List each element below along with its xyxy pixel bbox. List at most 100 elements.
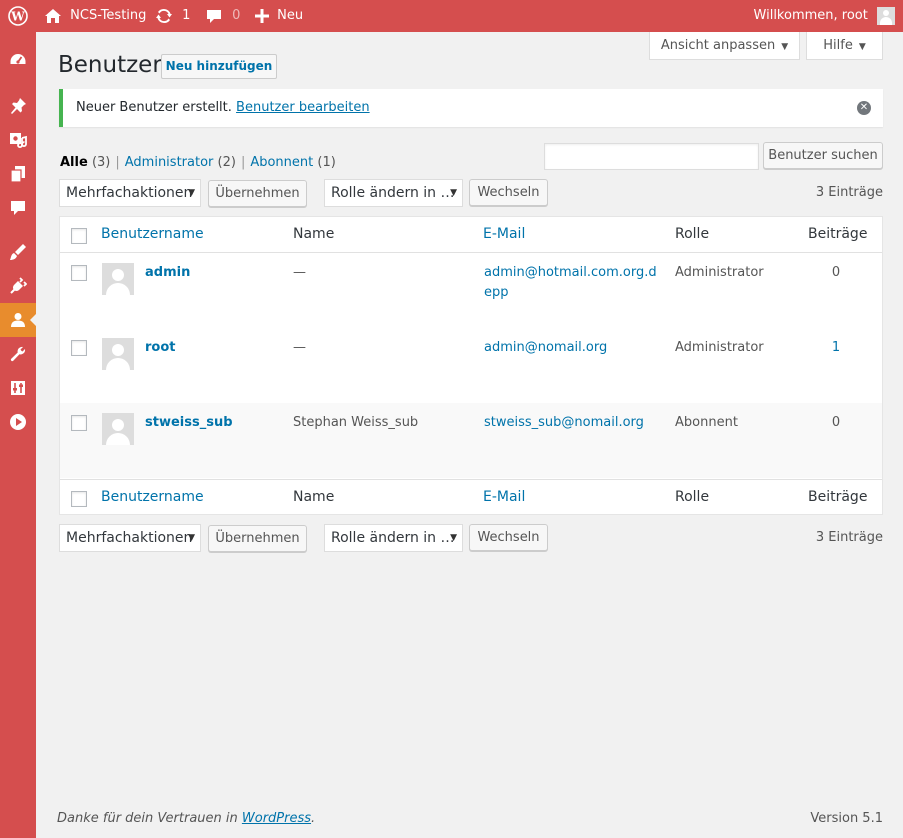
email-link[interactable]: admin@nomail.org <box>484 338 664 358</box>
avatar <box>102 263 134 295</box>
bulk-actions-select-bottom[interactable]: Mehrfachaktionen ▼ <box>59 524 201 552</box>
user-role: Abonnent <box>675 415 738 430</box>
column-name: Name <box>293 489 335 505</box>
column-name: Name <box>293 226 335 242</box>
my-account-link[interactable]: Willkommen, root <box>754 0 895 32</box>
footer-thanks-suffix: . <box>311 811 316 826</box>
site-name-link[interactable]: NCS-Testing <box>44 0 146 32</box>
new-content-link[interactable]: Neu <box>254 0 303 32</box>
username-link[interactable]: root <box>145 338 176 358</box>
dashboard-icon <box>10 54 26 64</box>
row-checkbox[interactable] <box>71 340 87 356</box>
filter-all[interactable]: Alle <box>60 155 88 170</box>
filter-all-count: (3) <box>91 155 111 170</box>
change-role-select-bottom[interactable]: Rolle ändern in … ▼ <box>324 524 463 552</box>
menu-pages[interactable] <box>0 157 36 191</box>
dismiss-icon[interactable]: ✕ <box>857 101 871 115</box>
change-role-value: Rolle ändern in … <box>331 530 455 546</box>
table-row: admin — admin@hotmail.com.org.depp Admin… <box>60 253 882 328</box>
avatar <box>102 338 134 370</box>
appearance-icon <box>10 244 26 260</box>
apply-button-bottom[interactable]: Übernehmen <box>208 525 307 552</box>
wordpress-link[interactable]: WordPress <box>242 811 311 826</box>
table-row: root — admin@nomail.org Administrator 1 <box>60 328 882 403</box>
row-checkbox[interactable] <box>71 265 87 281</box>
caret-down-icon: ▼ <box>858 42 866 52</box>
comments-icon <box>207 9 221 23</box>
menu-media-player[interactable] <box>0 405 36 439</box>
footer-thanks-text: Danke für dein Vertrauen in <box>57 811 238 826</box>
menu-plugins[interactable] <box>0 269 36 303</box>
search-users-button[interactable]: Benutzer suchen <box>763 142 883 169</box>
username-link[interactable]: stweiss_sub <box>145 413 233 433</box>
media-icon <box>10 133 27 149</box>
add-new-button[interactable]: Neu hinzufügen <box>161 54 277 79</box>
menu-settings[interactable] <box>0 371 36 405</box>
select-all-checkbox[interactable] <box>71 228 87 244</box>
user-name: — <box>293 265 306 280</box>
page-title: Benutzer <box>58 52 162 78</box>
username-link[interactable]: admin <box>145 263 190 283</box>
filter-administrator[interactable]: Administrator <box>125 155 214 170</box>
menu-comments[interactable] <box>0 191 36 225</box>
comments-icon <box>11 201 25 215</box>
post-count-link[interactable]: 1 <box>802 338 870 358</box>
footer-version: Version 5.1 <box>810 811 883 826</box>
bulk-actions-value: Mehrfachaktionen <box>66 185 193 201</box>
edit-user-link[interactable]: Benutzer bearbeiten <box>236 100 370 115</box>
user-name: Stephan Weiss_sub <box>293 415 419 430</box>
comments-link[interactable]: 0 <box>205 0 240 32</box>
filter-all-label: Alle <box>60 155 88 170</box>
updates-link[interactable]: 1 <box>155 0 190 32</box>
menu-media[interactable] <box>0 123 36 157</box>
screen-options-button[interactable]: Ansicht anpassen ▼ <box>649 32 800 60</box>
filter-subscriber-count: (1) <box>317 155 336 170</box>
column-posts: Beiträge <box>808 489 868 505</box>
greeting: Willkommen, root <box>753 8 868 23</box>
menu-appearance[interactable] <box>0 235 36 269</box>
column-posts: Beiträge <box>808 226 868 242</box>
column-username[interactable]: Benutzername <box>101 217 204 252</box>
menu-posts[interactable] <box>0 89 36 123</box>
menu-tools[interactable] <box>0 337 36 371</box>
notice-text: Neuer Benutzer erstellt. <box>76 100 232 115</box>
new-label: Neu <box>277 8 304 23</box>
caret-down-icon: ▼ <box>781 42 789 52</box>
apply-button[interactable]: Übernehmen <box>208 180 307 207</box>
column-email[interactable]: E-Mail <box>483 480 525 515</box>
change-role-button[interactable]: Wechseln <box>469 179 548 206</box>
user-avatar-icon <box>877 6 895 25</box>
email-link[interactable]: admin@hotmail.com.org.depp <box>484 263 664 303</box>
caret-down-icon: ▼ <box>188 188 195 198</box>
row-checkbox[interactable] <box>71 415 87 431</box>
admin-bar: W NCS-Testing 1 0 Neu Willkommen, root <box>0 0 903 32</box>
email-link[interactable]: stweiss_sub@nomail.org <box>484 413 664 433</box>
bulk-actions-select[interactable]: Mehrfachaktionen ▼ <box>59 179 201 207</box>
filter-separator: | <box>115 155 120 170</box>
column-email[interactable]: E-Mail <box>483 217 525 252</box>
updates-icon <box>156 8 172 23</box>
home-icon <box>45 8 61 23</box>
change-role-select[interactable]: Rolle ändern in … ▼ <box>324 179 463 207</box>
column-username[interactable]: Benutzername <box>101 480 204 515</box>
menu-dashboard[interactable] <box>0 43 36 77</box>
wordpress-logo-icon[interactable]: W <box>8 0 28 32</box>
post-count: 0 <box>831 265 841 280</box>
play-icon <box>10 414 26 430</box>
help-label: Hilfe <box>823 38 853 53</box>
comments-count: 0 <box>232 8 241 23</box>
select-all-checkbox[interactable] <box>71 491 87 507</box>
user-name: — <box>293 340 306 355</box>
table-footer: Benutzername Name E-Mail Rolle Beiträge <box>60 479 882 515</box>
items-count: 3 Einträge <box>815 530 883 545</box>
help-button[interactable]: Hilfe ▼ <box>806 32 883 60</box>
change-role-button-bottom[interactable]: Wechseln <box>469 524 548 551</box>
admin-menu <box>0 32 36 838</box>
svg-text:W: W <box>10 9 25 23</box>
avatar <box>102 413 134 445</box>
footer-thanks: Danke für dein Vertrauen in WordPress. <box>57 811 315 826</box>
plugins-icon <box>10 277 27 294</box>
filter-subscriber[interactable]: Abonnent <box>250 155 313 170</box>
user-search-input[interactable] <box>544 143 759 170</box>
menu-users[interactable] <box>0 303 36 337</box>
